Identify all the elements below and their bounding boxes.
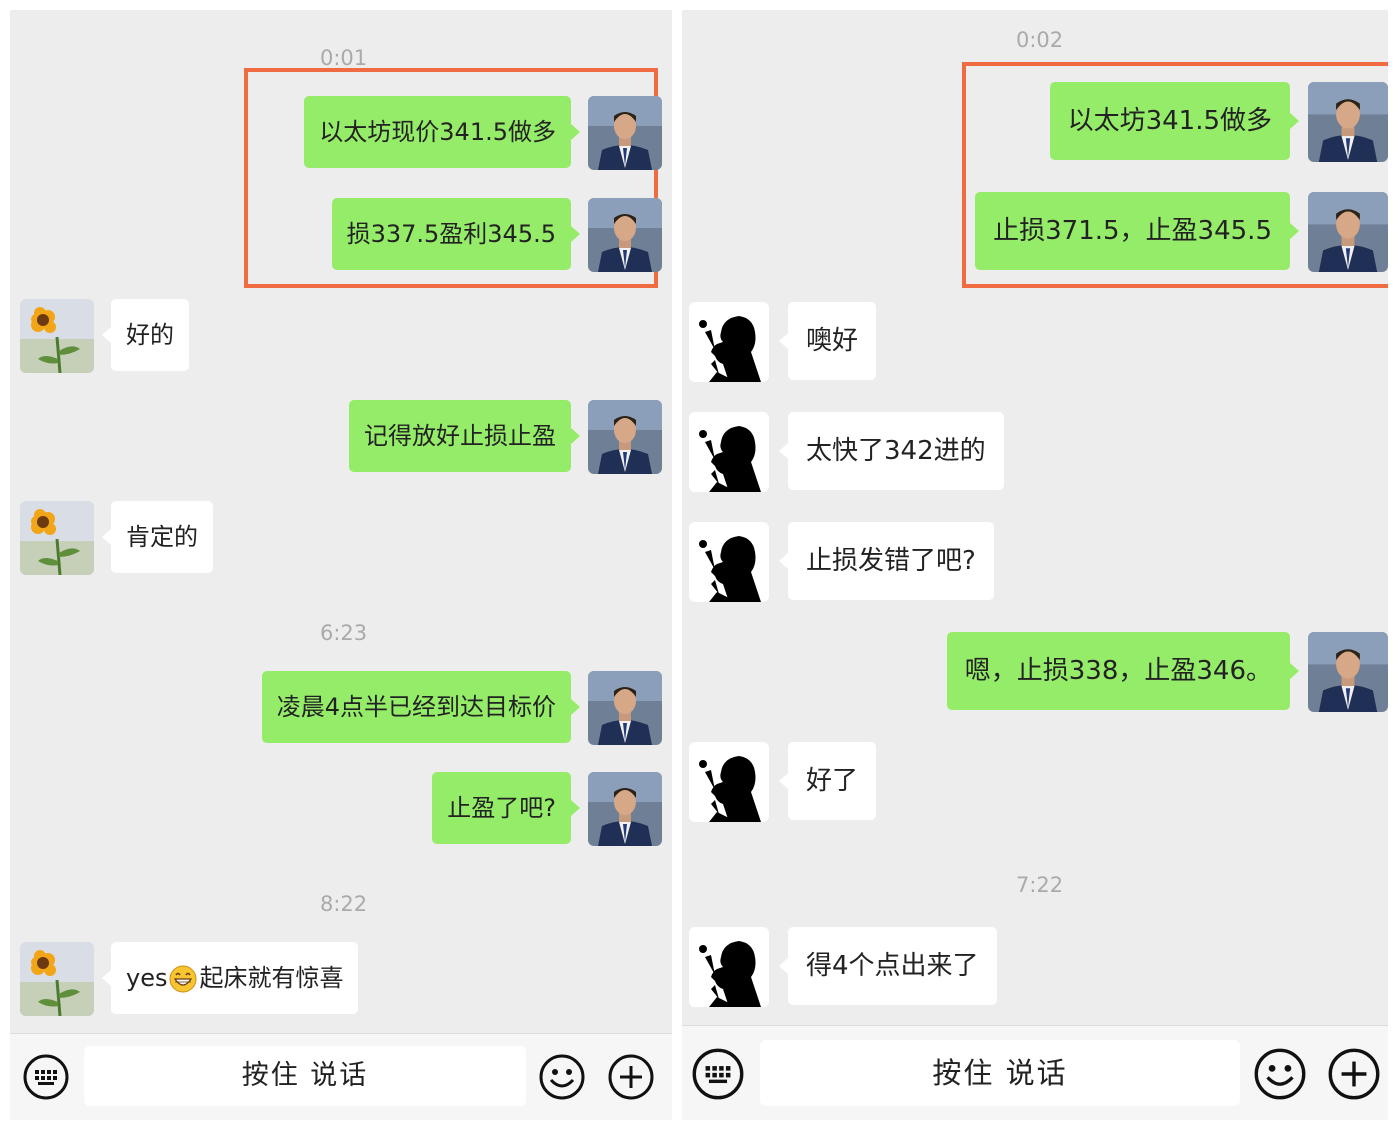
message-text: yes (126, 964, 168, 992)
contact-avatar-sunflower[interactable] (20, 299, 94, 373)
right-chat-screenshot: 0:02 以太坊341.5做多 止损371.5，止盈345.5 噢好 太快了34… (682, 10, 1388, 1120)
outgoing-message-bubble[interactable]: 以太坊341.5做多 (1049, 82, 1300, 160)
user-avatar[interactable] (1308, 82, 1388, 162)
grinning-emoji-icon (169, 965, 197, 993)
incoming-message-bubble[interactable]: 止损发错了吧? (779, 522, 994, 600)
user-avatar[interactable] (588, 96, 662, 170)
timestamp: 7:22 (1016, 873, 1064, 897)
contact-avatar-silhouette[interactable] (689, 412, 769, 492)
outgoing-message-bubble[interactable]: 嗯，止损338，止盈346。 (946, 632, 1300, 710)
chat-input-bar: 按住 说话 (682, 1025, 1388, 1120)
user-avatar[interactable] (1308, 632, 1388, 712)
left-chat-screenshot: 0:01 以太坊现价341.5做多 损337.5盈利345.5 好的 记得放好止… (10, 10, 672, 1120)
incoming-message-bubble[interactable]: 太快了342进的 (779, 412, 1004, 490)
contact-avatar-silhouette[interactable] (689, 302, 769, 382)
timestamp: 8:22 (320, 892, 368, 916)
incoming-message-bubble[interactable]: 好的 (102, 299, 189, 371)
user-avatar[interactable] (1308, 192, 1388, 272)
hold-to-talk-button[interactable]: 按住 说话 (760, 1040, 1240, 1106)
contact-avatar-silhouette[interactable] (689, 522, 769, 602)
timestamp: 0:01 (320, 46, 368, 70)
plus-icon[interactable] (1328, 1048, 1380, 1100)
contact-avatar-silhouette[interactable] (689, 927, 769, 1007)
incoming-message-bubble[interactable]: 噢好 (778, 302, 877, 380)
hold-to-talk-button[interactable]: 按住 说话 (84, 1046, 526, 1106)
keyboard-icon[interactable] (23, 1054, 69, 1100)
outgoing-message-bubble[interactable]: 损337.5盈利345.5 (331, 198, 581, 270)
chat-input-bar: 按住 说话 (10, 1033, 672, 1120)
smiley-face-icon[interactable] (539, 1054, 585, 1100)
user-avatar[interactable] (588, 198, 662, 272)
incoming-message-bubble[interactable]: yes 起床就有惊喜 (101, 942, 359, 1014)
user-avatar[interactable] (588, 772, 662, 846)
incoming-message-bubble[interactable]: 好了 (778, 742, 877, 820)
outgoing-message-bubble[interactable]: 记得放好止损止盈 (349, 400, 580, 472)
plus-icon[interactable] (608, 1054, 654, 1100)
outgoing-message-bubble[interactable]: 凌晨4点半已经到达目标价 (261, 671, 581, 743)
contact-avatar-sunflower[interactable] (20, 942, 94, 1016)
timestamp: 6:23 (320, 621, 368, 645)
contact-avatar-sunflower[interactable] (20, 501, 94, 575)
keyboard-icon[interactable] (692, 1048, 744, 1100)
smiley-face-icon[interactable] (1254, 1048, 1306, 1100)
outgoing-message-bubble[interactable]: 止盈了吧? (432, 772, 580, 844)
contact-avatar-silhouette[interactable] (689, 742, 769, 822)
outgoing-message-bubble[interactable]: 以太坊现价341.5做多 (304, 96, 580, 168)
message-text: 起床就有惊喜 (199, 964, 344, 992)
outgoing-message-bubble[interactable]: 止损371.5，止盈345.5 (975, 192, 1299, 270)
incoming-message-bubble[interactable]: 得4个点出来了 (779, 927, 997, 1005)
incoming-message-bubble[interactable]: 肯定的 (102, 501, 213, 573)
timestamp: 0:02 (1016, 28, 1064, 52)
user-avatar[interactable] (588, 671, 662, 745)
user-avatar[interactable] (588, 400, 662, 474)
